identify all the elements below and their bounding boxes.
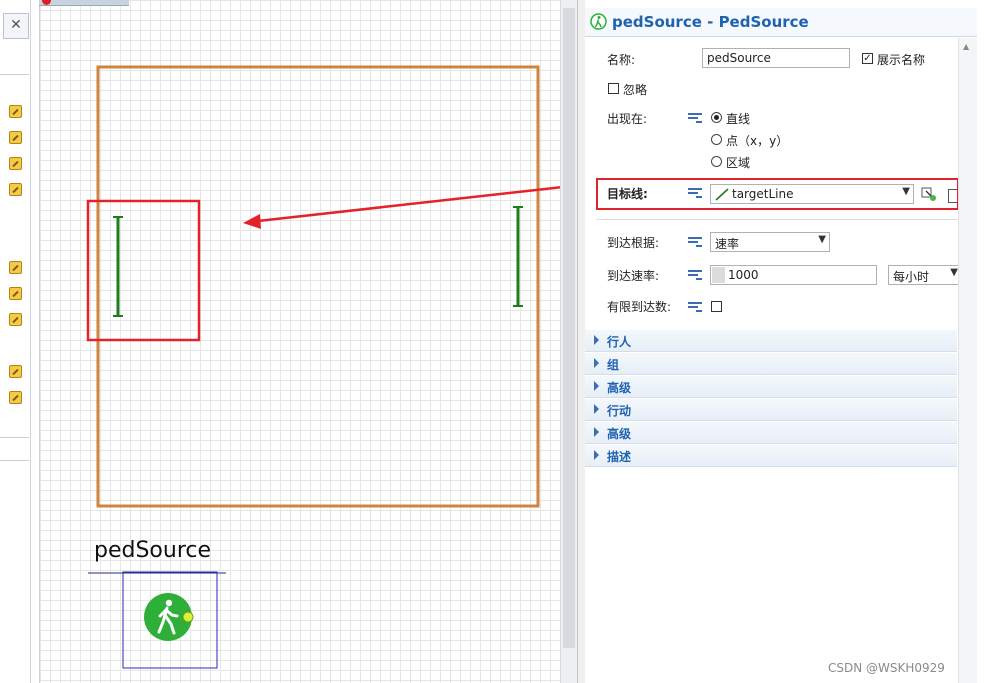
properties-panel: pedSource - PedSource 名称: pedSource ✓ 展示… (585, 0, 991, 683)
expand-icon (594, 335, 599, 345)
pedestrian-icon (590, 13, 607, 30)
section-label: 行动 (607, 404, 632, 418)
rate-unit-value: 每小时 (893, 270, 930, 284)
section-label: 描述 (607, 450, 632, 464)
expand-icon (594, 450, 599, 460)
panel-scrollbar[interactable]: ▲ (958, 38, 977, 683)
rate-label: 到达速率: (607, 269, 660, 283)
panel-title: pedSource - PedSource (612, 13, 809, 31)
expand-icon (594, 404, 599, 414)
source-line[interactable] (513, 206, 523, 307)
pedsource-label[interactable]: pedSource (94, 538, 211, 563)
arrival-label: 到达根据: (607, 236, 660, 250)
section-pedestrian[interactable]: 行人 (585, 330, 957, 352)
panel-title-bar: pedSource - PedSource (585, 8, 977, 37)
highlight-box-target (86, 199, 201, 342)
scroll-up-icon[interactable]: ▲ (963, 42, 969, 51)
section-group[interactable]: 组 (585, 353, 957, 375)
watermark: CSDN @WSKH0929 (828, 661, 945, 675)
show-name-checkbox[interactable]: ✓ (862, 53, 873, 64)
appear-radio-area[interactable] (711, 156, 722, 167)
static-value-icon (712, 267, 725, 283)
expand-icon (594, 358, 599, 368)
appear-radio-point[interactable] (711, 134, 722, 145)
show-name-label: 展示名称 (877, 53, 926, 67)
pedestrian-icon[interactable] (144, 593, 194, 641)
ignore-checkbox[interactable] (608, 83, 619, 94)
limited-arrivals-label: 有限到达数: (607, 300, 672, 314)
section-advanced[interactable]: 高级 (585, 376, 957, 398)
limited-arrivals-checkbox[interactable] (711, 301, 722, 312)
name-label: 名称: (607, 53, 636, 67)
expand-icon (594, 427, 599, 437)
target-line[interactable] (113, 216, 123, 317)
dynamic-value-icon[interactable] (688, 237, 702, 247)
chevron-down-icon: ▼ (950, 267, 958, 278)
section-description[interactable]: 描述 (585, 445, 957, 467)
rate-unit-select[interactable]: 每小时 ▼ (888, 265, 962, 285)
section-label: 组 (607, 358, 620, 372)
section-advanced-2[interactable]: 高级 (585, 422, 957, 444)
appear-option-point: 点（x，y） (726, 134, 789, 148)
rate-value: 1000 (728, 268, 759, 282)
divider (596, 219, 957, 220)
appear-option-area: 区域 (726, 156, 751, 170)
wall-rectangle[interactable] (96, 65, 540, 508)
scrollbar-thumb[interactable] (563, 8, 575, 648)
canvas-scrollbar[interactable] (560, 0, 578, 683)
chevron-down-icon: ▼ (818, 234, 826, 245)
section-label: 行人 (607, 335, 632, 349)
appear-label: 出现在: (607, 112, 648, 126)
highlight-box-target-line (596, 178, 959, 210)
arrival-type-select[interactable]: 速率 ▼ (710, 232, 830, 252)
section-label: 高级 (607, 381, 632, 395)
expand-icon (594, 381, 599, 391)
appear-radio-line[interactable] (711, 112, 722, 123)
section-label: 高级 (607, 427, 632, 441)
dynamic-value-icon[interactable] (688, 113, 702, 123)
arrival-type-value: 速率 (715, 237, 740, 251)
section-actions[interactable]: 行动 (585, 399, 957, 421)
rate-field[interactable]: 1000 (710, 265, 877, 285)
ignore-label: 忽略 (623, 83, 648, 97)
dynamic-value-icon[interactable] (688, 302, 702, 312)
name-field[interactable]: pedSource (702, 48, 850, 68)
dynamic-value-icon[interactable] (688, 270, 702, 280)
appear-option-line: 直线 (726, 112, 751, 126)
